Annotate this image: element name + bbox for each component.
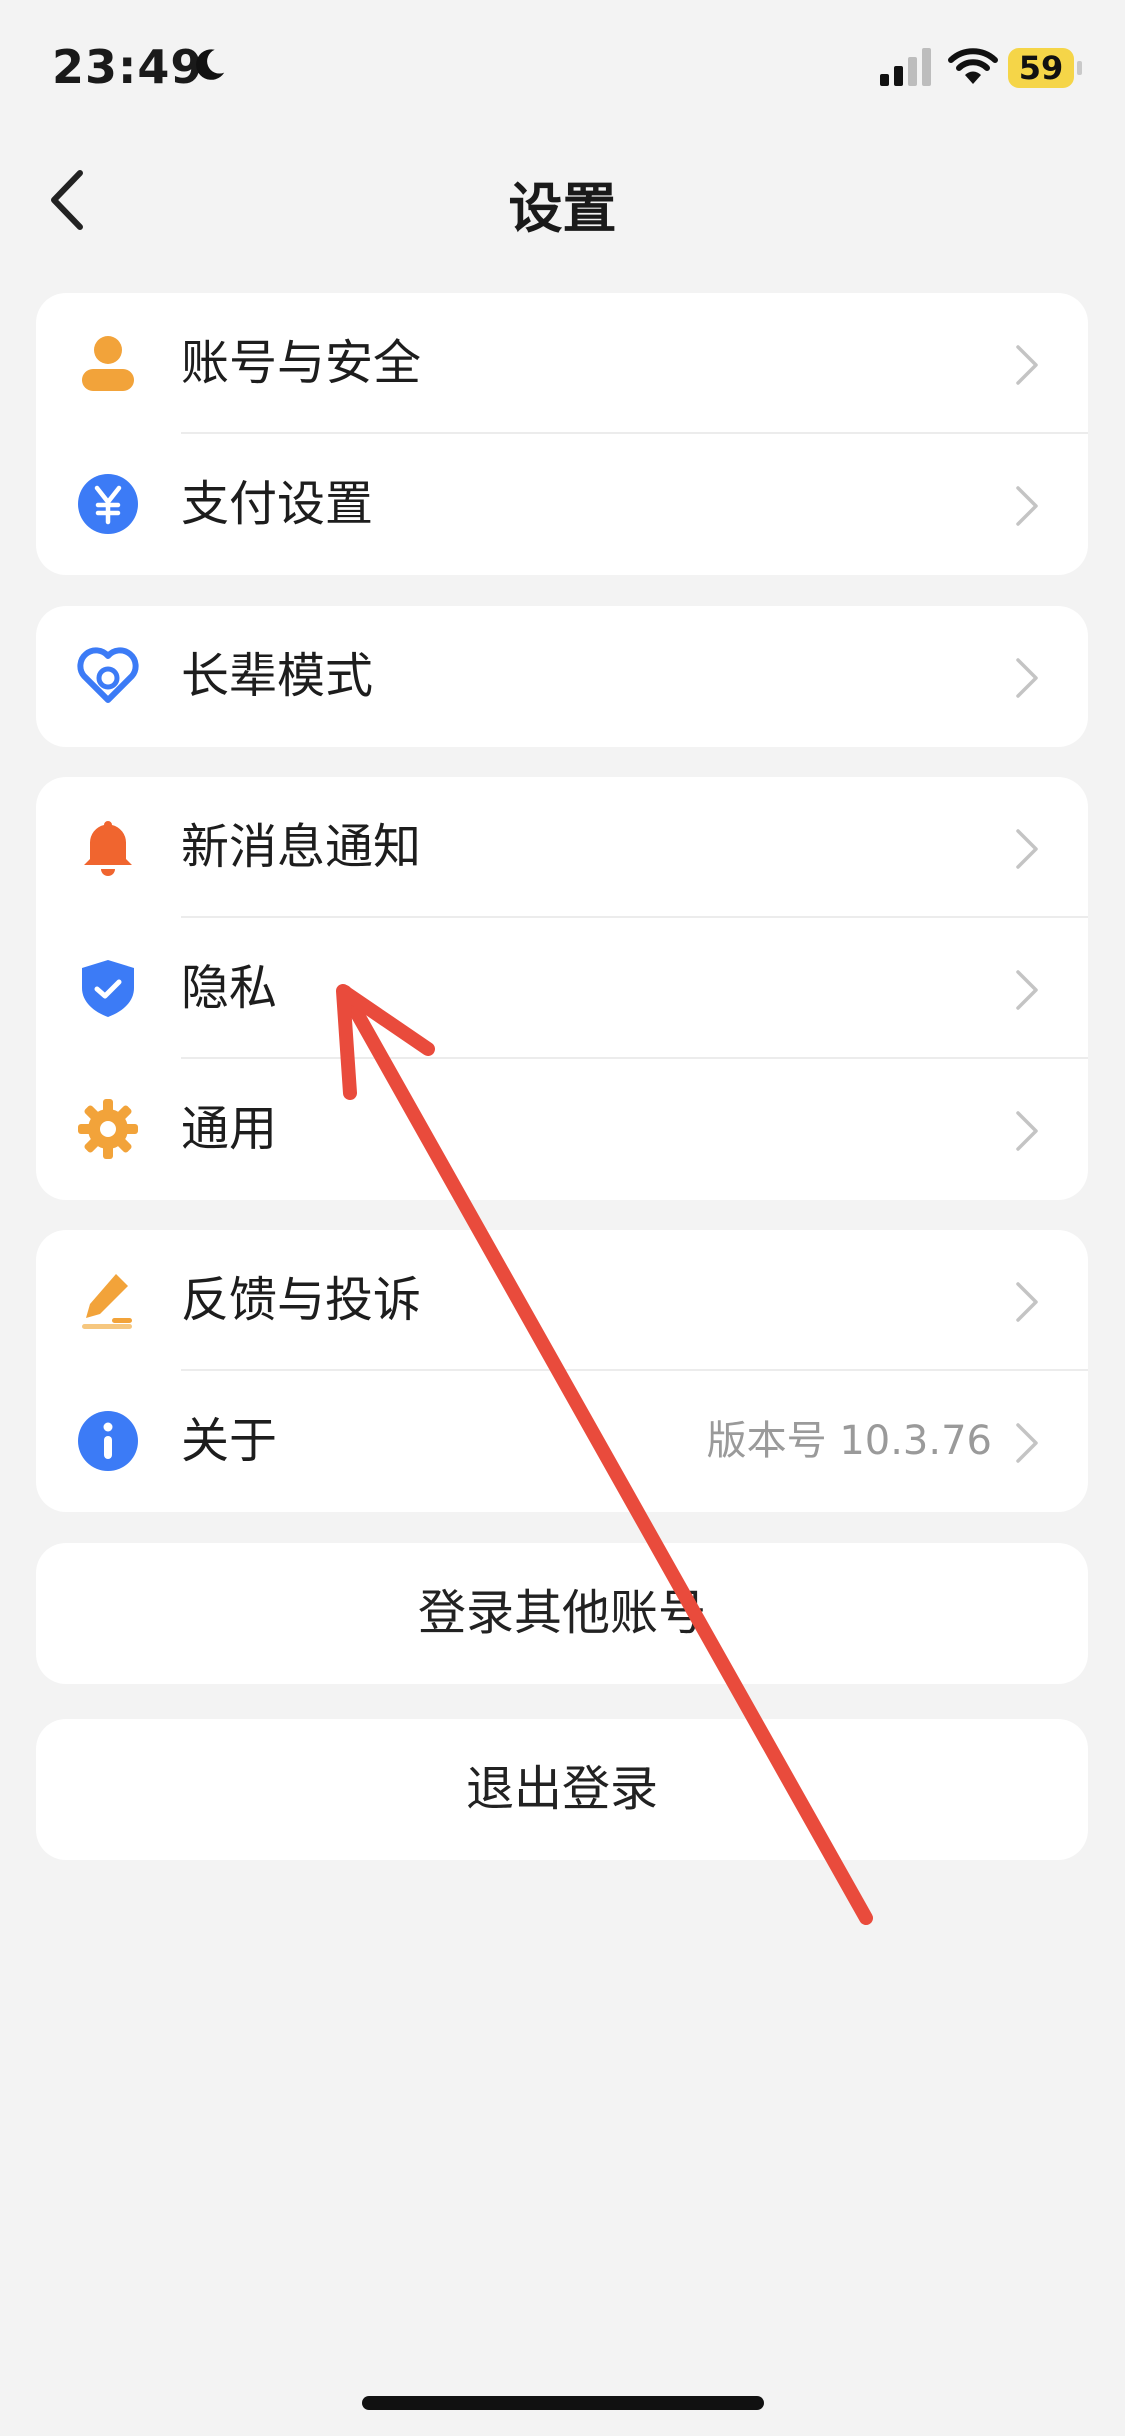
feedback-pencil-icon	[82, 1274, 132, 1329]
logout-button[interactable]: 退出登录	[36, 1719, 1088, 1860]
settings-item-general[interactable]: 通用	[36, 1059, 1088, 1200]
settings-item-payment[interactable]: 支付设置	[36, 434, 1088, 575]
settings-group-about: 反馈与投诉 关于 版本号 10.3.76	[36, 1230, 1088, 1512]
settings-item-label: 新消息通知	[181, 819, 422, 875]
settings-item-label: 通用	[181, 1101, 278, 1157]
settings-item-label: 隐私	[181, 960, 278, 1016]
battery-tip	[1077, 61, 1082, 75]
settings-item-about[interactable]: 关于 版本号 10.3.76	[36, 1371, 1088, 1512]
chevron-right-icon	[1016, 345, 1038, 385]
moon-icon	[196, 49, 225, 80]
chevron-right-icon	[1016, 658, 1038, 698]
settings-group-elder: 长辈模式	[36, 606, 1088, 747]
settings-item-elder-mode[interactable]: 长辈模式	[36, 606, 1088, 747]
settings-item-label: 反馈与投诉	[181, 1272, 422, 1328]
chevron-right-icon	[1016, 486, 1038, 526]
privacy-shield-icon	[82, 960, 134, 1017]
settings-item-notifications[interactable]: 新消息通知	[36, 777, 1088, 918]
battery-icon: 59	[1008, 48, 1082, 88]
account-icon	[82, 336, 134, 391]
switch-account-button[interactable]: 登录其他账号	[36, 1543, 1088, 1684]
wifi-icon	[948, 48, 998, 84]
bell-icon	[84, 821, 132, 876]
settings-group-account: 账号与安全 支付设置	[36, 293, 1088, 575]
settings-item-label: 支付设置	[181, 476, 374, 532]
version-number: 版本号 10.3.76	[706, 1418, 992, 1464]
settings-item-label: 账号与安全	[181, 335, 422, 391]
elder-heart-icon	[77, 647, 139, 703]
home-indicator	[362, 2396, 764, 2410]
logout-card: 退出登录	[36, 1719, 1088, 1860]
settings-item-label: 关于	[181, 1413, 278, 1469]
status-time: 23:49	[52, 40, 204, 94]
battery-percentage: 59	[1018, 49, 1064, 87]
chevron-right-icon	[1016, 1111, 1038, 1151]
payment-yuan-icon	[78, 474, 138, 534]
settings-group-general: 新消息通知 隐私 通用	[36, 777, 1088, 1200]
settings-item-label: 长辈模式	[181, 648, 374, 704]
settings-item-privacy[interactable]: 隐私	[36, 918, 1088, 1059]
chevron-right-icon	[1016, 829, 1038, 869]
page-title: 设置	[508, 177, 617, 240]
settings-item-account-security[interactable]: 账号与安全	[36, 293, 1088, 434]
switch-account-card: 登录其他账号	[36, 1543, 1088, 1684]
chevron-right-icon	[1016, 1423, 1038, 1463]
status-bar: 23:49 59	[0, 0, 1125, 140]
settings-item-feedback[interactable]: 反馈与投诉	[36, 1230, 1088, 1371]
chevron-right-icon	[1016, 1282, 1038, 1322]
chevron-right-icon	[1016, 970, 1038, 1010]
signal-icon	[880, 48, 931, 86]
gear-icon	[78, 1099, 138, 1159]
info-icon	[78, 1411, 138, 1471]
